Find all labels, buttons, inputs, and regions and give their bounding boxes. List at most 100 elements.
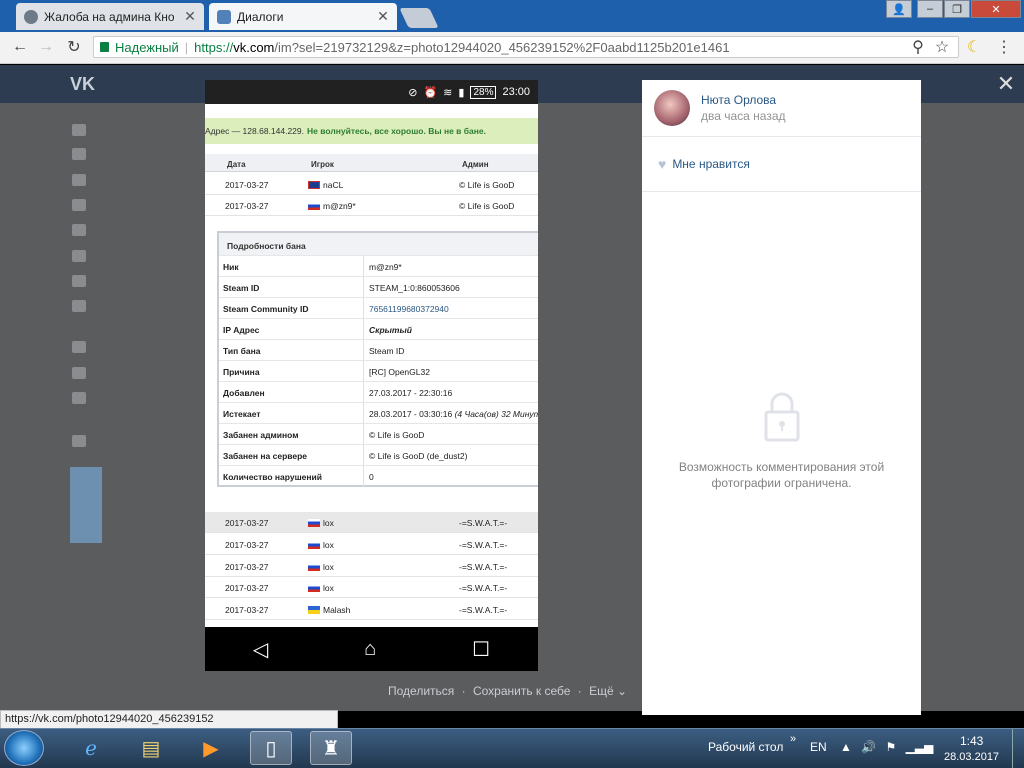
moon-extension-icon[interactable]: ☾ [962, 36, 986, 58]
document-app-icon[interactable]: ▯ [250, 731, 292, 765]
table-row: 2017-03-27 lox -=S.W.A.T.=- [205, 577, 538, 598]
row-date: 2017-03-27 [225, 540, 269, 550]
ie-icon[interactable]: ℯ [70, 731, 112, 765]
detail-row: Забанен админом © Life is GooD [219, 423, 538, 445]
detail-row: IP Адрес Скрытый [219, 318, 538, 340]
ru-flag-icon [308, 202, 320, 210]
detail-row: Добавлен 27.03.2017 - 22:30:16 [219, 381, 538, 403]
col-date: Дата [227, 160, 246, 169]
sidebar-icon [72, 435, 86, 447]
uk-flag-icon [308, 181, 320, 189]
ban-status-notice: Адрес — 128.68.144.229. Не волнуйтесь, в… [205, 118, 538, 144]
sidebar-icon [72, 300, 86, 312]
minimize-icon[interactable]: – [917, 0, 943, 18]
table-row: 2017-03-27 lox -=S.W.A.T.=- [205, 534, 538, 555]
vk-tab-icon [217, 9, 231, 24]
table-row: 2017-03-27 m@zn9* © Life is GooD [205, 195, 538, 216]
table-row: 2017-03-27 naCL © Life is GooD [205, 174, 538, 195]
flag-icon[interactable]: ⚑ [886, 740, 897, 754]
detail-row: Причина [RC] OpenGL32 [219, 360, 538, 382]
back-icon[interactable]: ← [8, 36, 32, 58]
system-tray[interactable]: ▲ 🔊 ⚑ ▁▃▅ [840, 740, 933, 754]
menu-icon[interactable]: ⋮ [992, 36, 1016, 58]
profile-icon[interactable]: 👤 [886, 0, 912, 18]
tab-label: Диалоги [237, 9, 284, 24]
divider [642, 136, 921, 137]
sidebar-icon [72, 224, 86, 236]
tray-expand-icon[interactable]: ▲ [840, 740, 852, 754]
col-player: Игрок [311, 160, 334, 169]
close-tab-icon[interactable]: ✕ [377, 8, 389, 25]
counter-strike-icon[interactable]: ♜ [310, 731, 352, 765]
sidebar-icon [72, 174, 86, 186]
share-link[interactable]: Поделиться [388, 684, 454, 698]
language-indicator[interactable]: EN [810, 740, 827, 754]
row-player: lox [308, 518, 334, 528]
sidebar-icon [72, 367, 86, 379]
more-link[interactable]: Ещё [589, 684, 614, 698]
row-admin: -=S.W.A.T.=- [459, 540, 508, 550]
close-viewer-icon[interactable]: ✕ [996, 71, 1016, 96]
close-tab-icon[interactable]: ✕ [184, 8, 196, 25]
start-button[interactable] [4, 730, 44, 766]
row-admin: -=S.W.A.T.=- [459, 562, 508, 572]
not-banned-text: Не волнуйтесь, все хорошо. Вы не в бане. [307, 126, 486, 136]
post-time[interactable]: два часа назад [701, 109, 786, 123]
clock-time[interactable]: 1:43 [960, 734, 983, 748]
row-date: 2017-03-27 [225, 201, 269, 211]
phone-time: 23:00 [502, 86, 530, 98]
row-date: 2017-03-27 [225, 605, 269, 615]
row-admin: -=S.W.A.T.=- [459, 583, 508, 593]
separator: | [184, 39, 189, 55]
detail-row: Ник m@zn9* [219, 255, 538, 277]
phone-status-bar: ⊘ ⏰ ≋ ▮ 28% 23:00 [205, 80, 538, 104]
clock-date[interactable]: 28.03.2017 [944, 751, 999, 763]
avatar[interactable] [654, 90, 690, 126]
url-path: /im?sel=219732129&z=photo12944020_456239… [274, 39, 730, 55]
reload-icon[interactable]: ↻ [62, 36, 86, 58]
maximize-icon[interactable]: ❐ [944, 0, 970, 18]
separator: · [577, 684, 582, 698]
row-player: lox [308, 562, 334, 572]
chevron-icon[interactable]: » [790, 733, 796, 745]
sidebar-icon [72, 148, 86, 160]
heart-icon: ♥ [658, 156, 667, 172]
show-desktop-button[interactable] [1012, 729, 1024, 768]
network-icon[interactable]: ▁▃▅ [906, 740, 934, 754]
photo-viewer-image[interactable]: ⊘ ⏰ ≋ ▮ 28% 23:00 Адрес — 128.68.144.229… [205, 80, 538, 671]
photo-actions: Поделиться · Сохранить к себе · Ещё ⌄ [388, 684, 628, 700]
ban-details-title: Подробности бана [219, 233, 538, 255]
row-player: m@zn9* [308, 201, 356, 211]
sidebar-icon [72, 392, 86, 404]
like-button[interactable]: ♥ Мне нравится [658, 156, 750, 172]
author-name[interactable]: Нюта Орлова [701, 93, 776, 107]
explorer-folder-icon[interactable]: ▤ [130, 731, 172, 765]
table-row: 2017-03-27 Malash -=S.W.A.T.=- [205, 599, 538, 620]
volume-icon[interactable]: 🔊 [861, 740, 876, 754]
lock-icon [100, 42, 109, 52]
forward-icon[interactable]: → [34, 36, 58, 58]
zoom-icon[interactable]: ⚲ [906, 36, 930, 58]
row-date: 2017-03-27 [225, 518, 269, 528]
row-player: Malash [308, 605, 350, 615]
like-label: Мне нравится [672, 157, 750, 171]
ban-details-panel: Подробности бана Ник m@zn9* Steam ID STEAM… [217, 231, 538, 487]
address-bar[interactable]: Надежный | https:// vk.com /im?sel=21973… [93, 36, 959, 58]
sidebar-icon [72, 250, 86, 262]
tab-complaint[interactable]: Жалоба на админа Кно ✕ [16, 3, 204, 30]
row-player: lox [308, 540, 334, 550]
tab-dialogs[interactable]: Диалоги ✕ [209, 3, 397, 30]
bookmark-star-icon[interactable]: ☆ [930, 36, 954, 58]
save-link[interactable]: Сохранить к себе [473, 684, 571, 698]
row-admin: © Life is GooD [459, 201, 515, 211]
alarm-icon: ⏰ [423, 86, 438, 99]
row-date: 2017-03-27 [225, 180, 269, 190]
signal-icon: ▮ [458, 86, 465, 99]
table-header: Дата Игрок Админ [205, 154, 538, 172]
media-player-icon[interactable]: ▶ [190, 731, 232, 765]
chevron-down-icon: ⌄ [617, 684, 628, 698]
close-window-icon[interactable]: ✕ [971, 0, 1021, 18]
lock-icon [764, 392, 800, 442]
desktop-toolbar-label[interactable]: Рабочий стол [708, 740, 783, 754]
url-scheme: https:// [194, 39, 234, 55]
